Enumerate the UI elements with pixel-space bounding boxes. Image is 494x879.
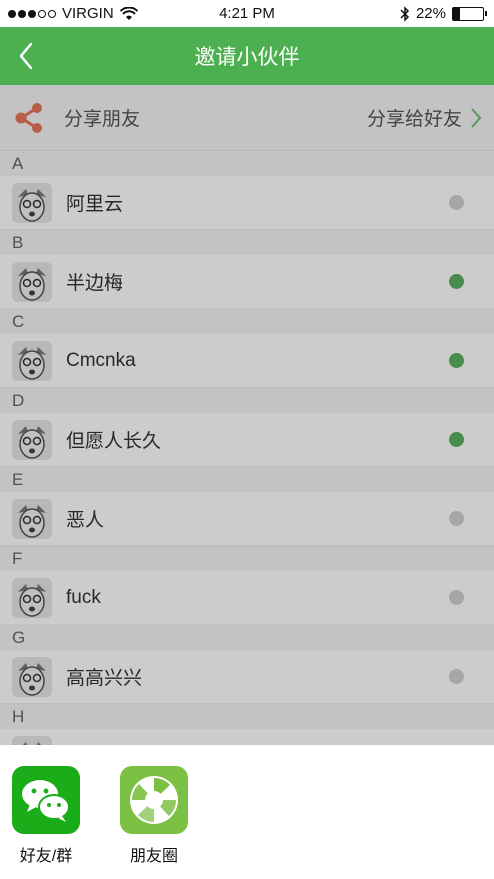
wechat-icon	[12, 766, 80, 834]
share-moments[interactable]: 朋友圈	[109, 766, 199, 866]
share-wechat-friends[interactable]: 好友/群	[1, 766, 91, 866]
back-button[interactable]	[8, 38, 44, 74]
share-moments-label: 朋友圈	[129, 848, 178, 865]
moments-icon	[120, 766, 188, 834]
navigation-bar: 邀请小伙伴	[0, 27, 494, 85]
bluetooth-icon	[400, 5, 410, 22]
page-title: 邀请小伙伴	[194, 46, 300, 69]
battery-fill	[453, 7, 460, 20]
dim-overlay[interactable]	[0, 85, 494, 745]
battery-percent: 22%	[415, 5, 446, 22]
chevron-left-icon	[19, 42, 33, 70]
share-sheet: 好友/群 朋友圈	[0, 745, 494, 879]
status-bar: VIRGIN 4:21 PM 22%	[0, 0, 494, 27]
status-right: 22%	[400, 5, 487, 22]
battery-icon	[452, 6, 487, 21]
share-wechat-friends-label: 好友/群	[19, 848, 73, 865]
